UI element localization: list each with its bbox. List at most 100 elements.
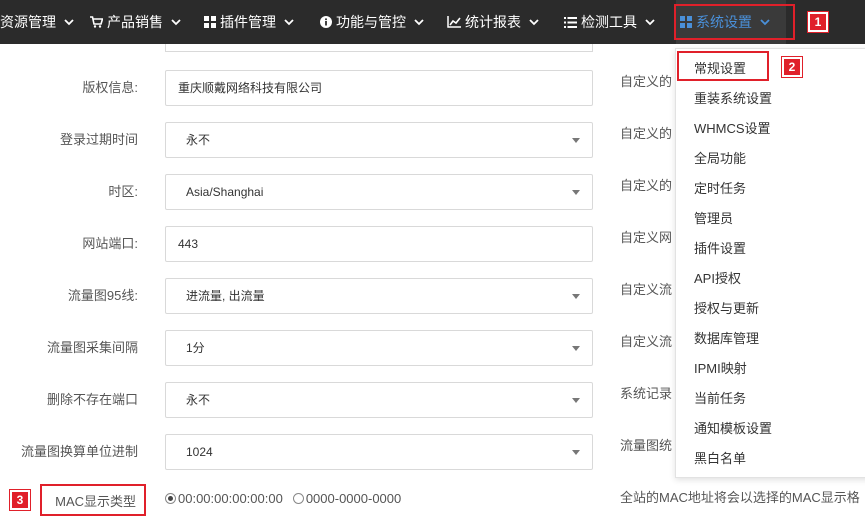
radio-label: 0000-0000-0000: [305, 490, 402, 506]
mac-type-radio-group: 00:00:00:00:00:00 0000-0000-0000: [165, 487, 411, 509]
copyright-input[interactable]: 重庆顺戴网络科技有限公司: [165, 70, 593, 106]
caret-down-icon: [572, 398, 580, 403]
select-value: 1分: [186, 341, 205, 355]
select-value: 永不: [186, 393, 211, 407]
chevron-down-icon: [529, 19, 539, 26]
nav-product-sales[interactable]: 产品销售: [90, 0, 181, 44]
caret-down-icon: [572, 450, 580, 455]
mac-option-dash[interactable]: 0000-0000-0000: [292, 490, 402, 506]
traffic-unit-select[interactable]: 1024: [165, 434, 593, 470]
caret-down-icon: [572, 138, 580, 143]
info-icon: [320, 16, 332, 28]
chart-icon: [447, 16, 461, 28]
menu-item-general-settings[interactable]: 常规设置: [694, 59, 746, 79]
label-traffic-unit: 流量图换算单位进制: [20, 444, 138, 459]
page: 资源管理 产品销售 插件管理 功能与管控 统计报表 检测工具 系统设置 1 版权…: [0, 0, 865, 524]
login-expire-select[interactable]: 永不: [165, 122, 593, 158]
grid-icon: [204, 16, 216, 28]
form-row-traffic-interval: 流量图采集间隔 1分: [0, 330, 600, 366]
form-row-delete-port: 删除不存在端口 永不: [0, 382, 600, 418]
nav-label: 资源管理: [0, 15, 56, 31]
desc-text: 全站的MAC地址将会以选择的MAC显示格: [620, 490, 860, 505]
label-copyright: 版权信息:: [82, 80, 138, 95]
nav-label: 统计报表: [465, 15, 521, 31]
top-nav: 资源管理 产品销售 插件管理 功能与管控 统计报表 检测工具 系统设置: [0, 0, 865, 44]
nav-detection-tools[interactable]: 检测工具: [564, 0, 655, 44]
nav-label: 系统设置: [696, 15, 752, 31]
field-partial-top: [165, 44, 593, 52]
step-badge-1: 1: [807, 11, 829, 33]
menu-item-global-functions[interactable]: 全局功能: [694, 149, 746, 169]
step-badge-2: 2: [781, 56, 803, 78]
form-row-site-port: 网站端口: 443: [0, 226, 600, 262]
desc-text: 自定义流: [620, 282, 673, 297]
mac-label-text: MAC显示类型: [55, 493, 136, 509]
select-value: 1024: [186, 445, 213, 459]
form-row-login-expire: 登录过期时间 永不: [0, 122, 600, 158]
step-badge-3: 3: [9, 489, 31, 511]
grid-icon: [680, 16, 692, 28]
menu-item-plugin-settings[interactable]: 插件设置: [694, 239, 746, 259]
nav-label: 检测工具: [581, 15, 637, 31]
nav-plugin-management[interactable]: 插件管理: [204, 0, 294, 44]
desc-text: 自定义流: [620, 334, 673, 349]
menu-item-reinstall-settings[interactable]: 重装系统设置: [694, 89, 772, 109]
form-row-copyright: 版权信息: 重庆顺戴网络科技有限公司: [0, 70, 600, 106]
list-icon: [564, 16, 577, 28]
menu-item-black-white-list[interactable]: 黑白名单: [694, 449, 746, 469]
menu-item-license-update[interactable]: 授权与更新: [694, 299, 759, 319]
cart-icon: [90, 16, 103, 28]
radio-unchecked-icon[interactable]: [292, 492, 304, 504]
menu-item-administrators[interactable]: 管理员: [694, 209, 733, 229]
menu-item-database-management[interactable]: 数据库管理: [694, 329, 759, 349]
label-mac-type: MAC显示类型: [40, 484, 146, 516]
label-site-port: 网站端口:: [82, 236, 138, 251]
system-settings-dropdown: 常规设置 重装系统设置 WHMCS设置 全局功能 定时任务 管理员 插件设置 A…: [675, 48, 865, 478]
menu-item-ipmi-mapping[interactable]: IPMI映射: [694, 359, 747, 379]
form-row-traffic95: 流量图95线: 进流量, 出流量: [0, 278, 600, 314]
menu-item-whmcs-settings[interactable]: WHMCS设置: [694, 119, 771, 139]
label-traffic95: 流量图95线:: [67, 288, 138, 303]
radio-label: 00:00:00:00:00:00: [178, 490, 283, 506]
label-delete-port: 删除不存在端口: [46, 392, 138, 407]
select-value: Asia/Shanghai: [186, 185, 264, 199]
nav-label: 功能与管控: [336, 15, 406, 31]
mac-option-colon[interactable]: 00:00:00:00:00:00: [165, 491, 283, 506]
desc-text: 流量图统: [620, 438, 673, 453]
menu-item-notification-templates[interactable]: 通知模板设置: [694, 419, 772, 439]
nav-label: 插件管理: [220, 15, 276, 31]
site-port-input[interactable]: 443: [165, 226, 593, 262]
chevron-down-icon: [64, 19, 74, 26]
nav-system-settings[interactable]: 系统设置: [676, 0, 786, 44]
label-traffic-interval: 流量图采集间隔: [46, 340, 138, 355]
chevron-down-icon: [760, 19, 770, 26]
chevron-down-icon: [645, 19, 655, 26]
desc-text: 自定义的: [620, 74, 673, 89]
label-login-expire: 登录过期时间: [59, 132, 138, 147]
desc-text: 自定义的: [620, 126, 673, 141]
select-value: 进流量, 出流量: [186, 289, 265, 303]
nav-statistics-reports[interactable]: 统计报表: [447, 0, 539, 44]
nav-functions-control[interactable]: 功能与管控: [320, 0, 424, 44]
desc-text: 系统记录: [620, 386, 673, 401]
menu-item-current-tasks[interactable]: 当前任务: [694, 389, 746, 409]
timezone-select[interactable]: Asia/Shanghai: [165, 174, 593, 210]
menu-item-api-auth[interactable]: API授权: [694, 269, 741, 289]
delete-port-select[interactable]: 永不: [165, 382, 593, 418]
menu-item-scheduled-tasks[interactable]: 定时任务: [694, 179, 746, 199]
chevron-down-icon: [171, 19, 181, 26]
form-row-traffic-unit: 流量图换算单位进制 1024: [0, 434, 600, 470]
chevron-down-icon: [284, 19, 294, 26]
nav-label: 产品销售: [107, 15, 163, 31]
label-timezone: 时区:: [108, 184, 138, 199]
nav-resource-management[interactable]: 资源管理: [0, 0, 74, 44]
select-value: 永不: [186, 133, 211, 147]
traffic-interval-select[interactable]: 1分: [165, 330, 593, 366]
caret-down-icon: [572, 294, 580, 299]
caret-down-icon: [572, 346, 580, 351]
desc-text: 自定义网: [620, 230, 673, 245]
form-row-timezone: 时区: Asia/Shanghai: [0, 174, 600, 210]
radio-checked-icon[interactable]: [165, 492, 176, 504]
chevron-down-icon: [414, 19, 424, 26]
traffic95-select[interactable]: 进流量, 出流量: [165, 278, 593, 314]
